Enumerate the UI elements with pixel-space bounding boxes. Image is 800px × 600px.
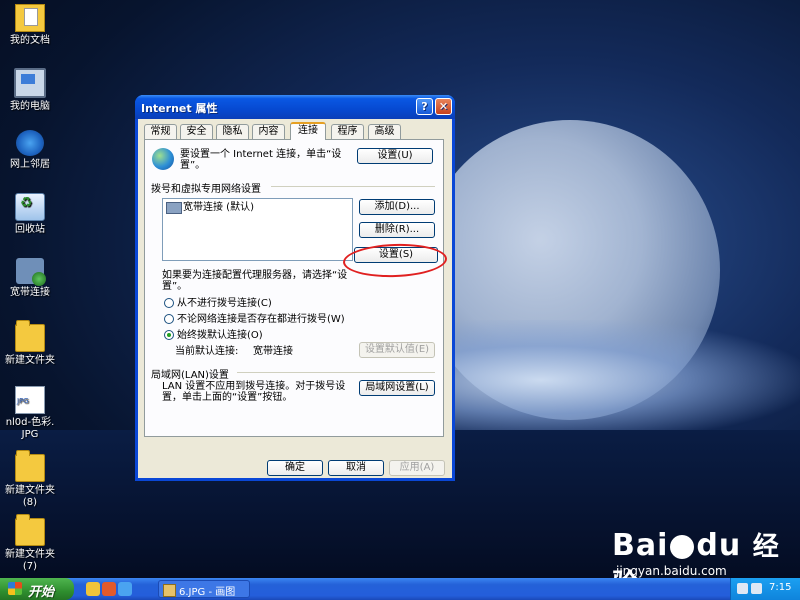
tab-general[interactable]: 常规	[144, 124, 177, 139]
dialog-title: Internet 属性	[141, 102, 218, 115]
internet-properties-dialog: Internet 属性 ? ✕ 常规 安全 隐私 内容 连接 程序 高级 要设置…	[135, 95, 455, 481]
recycle-bin-icon	[15, 193, 45, 221]
windows-flag-icon	[8, 582, 22, 595]
desktop-icon-new-folder[interactable]: 新建文件夹	[2, 320, 58, 367]
tab-content[interactable]: 内容	[252, 124, 285, 139]
watermark-brand: Bai	[612, 528, 669, 563]
my-computer-icon	[14, 68, 46, 98]
internet-globe-icon	[152, 148, 174, 170]
desktop-icon-new-folder-7[interactable]: 新建文件夹 (7)	[2, 514, 58, 573]
connections-panel: 要设置一个 Internet 连接，单击“设 置”。 设置(U) 拨号和虚拟专用…	[144, 139, 444, 437]
remove-button[interactable]: 删除(R)...	[359, 222, 435, 238]
desktop-icon-my-computer[interactable]: 我的电脑	[2, 68, 58, 113]
set-default-button[interactable]: 设置默认值(E)	[359, 342, 435, 358]
setup-button[interactable]: 设置(U)	[357, 148, 433, 164]
desktop-icon-broadband[interactable]: 宽带连接	[2, 258, 58, 299]
my-documents-icon	[15, 4, 45, 32]
taskbar: 开始 6.JPG - 画图 7:15	[0, 578, 800, 600]
lan-text-2: 置，单击上面的“设置”按钮。	[162, 392, 293, 403]
volume-tray-icon[interactable]	[751, 583, 762, 594]
dialup-connection-icon	[166, 202, 182, 214]
desktop-icon-my-documents[interactable]: 我的文档	[2, 4, 58, 47]
network-places-icon	[16, 130, 44, 156]
taskbar-item-paint[interactable]: 6.JPG - 画图	[158, 580, 250, 598]
radio-always-dial-default-label[interactable]: 始终拨默认连接(O)	[177, 330, 263, 341]
folder-icon	[15, 514, 45, 546]
tab-advanced[interactable]: 高级	[368, 124, 401, 139]
add-button[interactable]: 添加(D)...	[359, 199, 435, 215]
paint-icon	[163, 584, 176, 597]
proxy-text-2: 置”。	[162, 281, 188, 292]
list-item[interactable]: 宽带连接 (默认)	[183, 202, 254, 213]
tab-privacy[interactable]: 隐私	[216, 124, 249, 139]
desktop-icon-recycle-bin[interactable]: 回收站	[2, 193, 58, 236]
dialog-titlebar[interactable]: Internet 属性 ? ✕	[135, 95, 455, 119]
wallpaper-clouds	[430, 320, 800, 440]
tab-programs[interactable]: 程序	[331, 124, 364, 139]
baidu-watermark: Baidu 经验 jingyan.baidu.com	[612, 510, 792, 599]
folder-icon	[15, 320, 45, 352]
jpg-file-icon	[15, 386, 45, 414]
proxy-text: 如果要为连接配置代理服务器，请选择“设	[162, 270, 348, 281]
current-default-value: 宽带连接	[253, 346, 293, 357]
connections-list[interactable]: 宽带连接 (默认)	[162, 198, 353, 261]
watermark-brand-2: du	[696, 528, 742, 563]
lan-group-label: 局域网(LAN)设置	[151, 370, 229, 381]
current-default-label: 当前默认连接:	[175, 346, 239, 357]
radio-dial-whenever[interactable]	[164, 314, 174, 324]
quicklaunch-desktop-icon[interactable]	[118, 582, 132, 596]
ok-button[interactable]: 确定	[267, 460, 323, 476]
radio-never-dial-label[interactable]: 从不进行拨号连接(C)	[177, 298, 272, 309]
desktop-icon-jpg[interactable]: nl0d-色彩. JPG	[2, 386, 58, 441]
quicklaunch-media-icon[interactable]	[102, 582, 116, 596]
dialup-group-divider	[271, 186, 435, 187]
lan-text: LAN 设置不应用到拨号连接。对于拨号设	[162, 381, 346, 392]
cancel-button[interactable]: 取消	[328, 460, 384, 476]
desktop-icon-network[interactable]: 网上邻居	[2, 130, 58, 171]
close-button[interactable]: ✕	[435, 98, 452, 115]
tab-security[interactable]: 安全	[180, 124, 213, 139]
setup-text: 要设置一个 Internet 连接，单击“设	[180, 149, 342, 160]
desktop-icon-new-folder-8[interactable]: 新建文件夹 (8)	[2, 450, 58, 509]
apply-button[interactable]: 应用(A)	[389, 460, 445, 476]
watermark-url: jingyan.baidu.com	[616, 564, 727, 578]
radio-always-dial-default[interactable]	[164, 330, 174, 340]
paw-icon	[670, 534, 695, 559]
setup-text-2: 置”。	[180, 160, 206, 171]
lan-settings-button[interactable]: 局域网设置(L)	[359, 380, 435, 396]
radio-never-dial[interactable]	[164, 298, 174, 308]
system-tray: 7:15	[730, 578, 800, 600]
network-tray-icon[interactable]	[737, 583, 748, 594]
help-button[interactable]: ?	[416, 98, 433, 115]
lan-group-divider	[237, 372, 435, 373]
folder-icon	[15, 450, 45, 482]
dialup-group-label: 拨号和虚拟专用网络设置	[151, 184, 261, 195]
radio-dial-whenever-label[interactable]: 不论网络连接是否存在都进行拨号(W)	[177, 314, 345, 325]
clock[interactable]: 7:15	[769, 582, 791, 593]
tab-connections[interactable]: 连接	[290, 122, 326, 140]
start-button[interactable]: 开始	[0, 578, 74, 600]
quicklaunch-ie-icon[interactable]	[86, 582, 100, 596]
broadband-connection-icon	[16, 258, 46, 286]
